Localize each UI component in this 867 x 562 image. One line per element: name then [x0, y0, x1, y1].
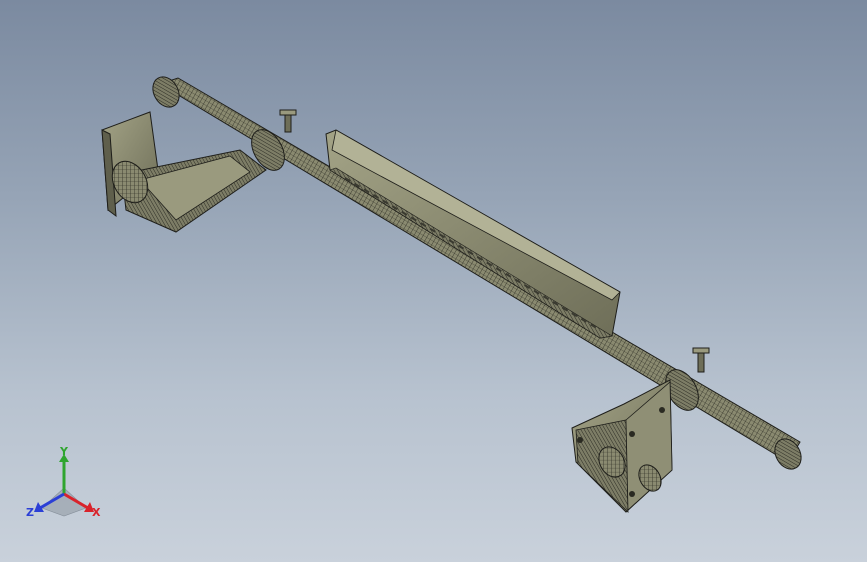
x-axis-label: X: [92, 506, 101, 519]
z-axis-label: Z: [26, 506, 34, 519]
reference-triad: Y X Z: [26, 446, 101, 519]
y-axis-label: Y: [59, 446, 69, 458]
3d-model-assembly[interactable]: [0, 0, 867, 562]
main-shaft[interactable]: [148, 72, 807, 474]
scraper-blade[interactable]: [325, 129, 621, 339]
right-mounting-bracket[interactable]: [571, 379, 673, 513]
graphics-viewport[interactable]: Y X Z: [0, 0, 867, 562]
